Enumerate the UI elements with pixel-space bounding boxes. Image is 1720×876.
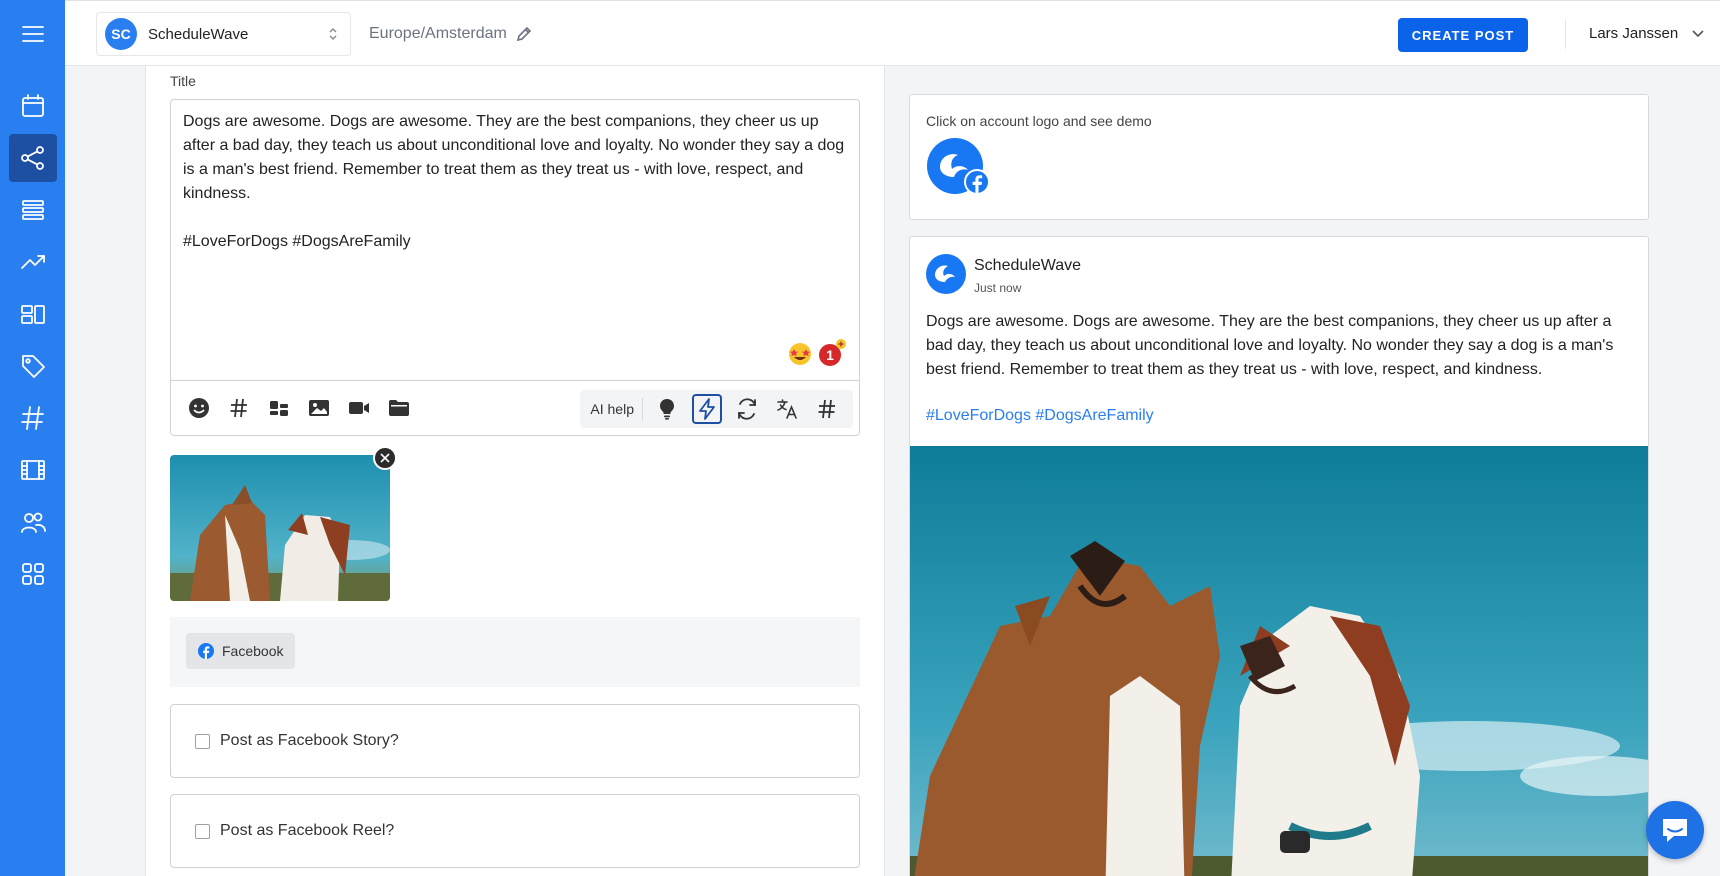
support-chat-button[interactable] bbox=[1646, 801, 1704, 859]
trending-icon bbox=[20, 255, 45, 269]
hashtag-icon bbox=[818, 399, 835, 419]
image-icon bbox=[309, 400, 329, 416]
templates-button[interactable] bbox=[259, 393, 299, 423]
timezone-selector[interactable]: Europe/Amsterdam bbox=[369, 25, 532, 43]
ai-hashtags-button[interactable] bbox=[807, 393, 847, 425]
video-icon bbox=[349, 402, 369, 414]
preview-panel: Click on account logo and see demo Sched… bbox=[885, 66, 1720, 876]
header-divider bbox=[1565, 19, 1566, 49]
network-chip-facebook[interactable]: Facebook bbox=[186, 633, 295, 669]
remove-image-button[interactable] bbox=[373, 446, 397, 470]
video-button[interactable] bbox=[339, 393, 379, 423]
menu-button[interactable] bbox=[9, 10, 57, 58]
editor-toolbar: AI help bbox=[170, 381, 860, 436]
sidebar-item-media[interactable] bbox=[9, 446, 57, 494]
emoji-star-eyes-icon[interactable] bbox=[787, 341, 813, 367]
brand-selector[interactable]: SC ScheduleWave bbox=[96, 12, 351, 56]
ai-help-label: AI help bbox=[586, 398, 643, 420]
post-preview-text: Dogs are awesome. Dogs are awesome. They… bbox=[926, 313, 1614, 378]
editor-panel: Title Dogs are awesome. Dogs are awesome… bbox=[145, 66, 885, 876]
network-chip-label: Facebook bbox=[222, 643, 284, 659]
post-timestamp: Just now bbox=[974, 281, 1022, 295]
network-selector: Facebook bbox=[170, 617, 860, 687]
chevron-updown-icon bbox=[329, 28, 337, 40]
calendar-icon bbox=[21, 94, 44, 117]
hashtag-icon bbox=[20, 406, 44, 430]
user-menu[interactable]: Lars Janssen bbox=[1589, 25, 1704, 42]
sidebar-item-share[interactable] bbox=[8, 134, 57, 182]
translate-icon bbox=[777, 399, 797, 419]
lightbulb-icon bbox=[660, 399, 674, 420]
ai-help-group: AI help bbox=[580, 390, 853, 428]
list-icon bbox=[21, 200, 44, 220]
sidebar-item-hashtags[interactable] bbox=[9, 394, 57, 442]
facebook-story-option[interactable]: Post as Facebook Story? bbox=[170, 704, 860, 778]
user-name: Lars Janssen bbox=[1589, 25, 1679, 42]
pencil-icon bbox=[516, 26, 531, 42]
facebook-story-label: Post as Facebook Story? bbox=[220, 732, 399, 749]
title-label: Title bbox=[170, 73, 196, 89]
lightning-icon bbox=[699, 398, 715, 420]
sidebar bbox=[0, 0, 65, 876]
layout-icon bbox=[20, 305, 45, 324]
ai-counter-badge[interactable]: 1 bbox=[816, 337, 848, 369]
image-button[interactable] bbox=[299, 393, 339, 423]
ai-boost-button[interactable] bbox=[692, 394, 722, 424]
top-header: SC ScheduleWave Europe/Amsterdam CREATE … bbox=[65, 0, 1720, 66]
sidebar-item-team[interactable] bbox=[9, 498, 57, 546]
folder-button[interactable] bbox=[379, 393, 419, 423]
post-preview-image bbox=[910, 446, 1648, 876]
timezone-label: Europe/Amsterdam bbox=[369, 25, 507, 42]
hashtag-button[interactable] bbox=[219, 393, 259, 423]
post-author-name: ScheduleWave bbox=[974, 257, 1082, 274]
sidebar-item-apps[interactable] bbox=[9, 550, 57, 598]
ai-ideas-button[interactable] bbox=[647, 393, 687, 425]
ai-translate-button[interactable] bbox=[767, 393, 807, 425]
brand-name: ScheduleWave bbox=[148, 25, 249, 43]
users-icon bbox=[20, 512, 46, 533]
post-preview-hashtags[interactable]: #LoveForDogs #DogsAreFamily bbox=[926, 407, 1154, 425]
demo-hint: Click on account logo and see demo bbox=[926, 113, 1152, 129]
sidebar-item-list[interactable] bbox=[9, 186, 57, 234]
sidebar-item-analytics[interactable] bbox=[9, 238, 57, 286]
sidebar-item-calendar[interactable] bbox=[9, 82, 57, 130]
folder-icon bbox=[389, 400, 409, 416]
facebook-reel-label: Post as Facebook Reel? bbox=[220, 822, 395, 839]
facebook-reel-checkbox[interactable] bbox=[195, 823, 210, 839]
emoji-button[interactable] bbox=[179, 393, 219, 423]
ai-counter-value: 1 bbox=[826, 347, 834, 363]
chat-icon bbox=[1663, 819, 1687, 842]
menu-icon bbox=[21, 26, 44, 42]
facebook-icon bbox=[198, 643, 214, 659]
account-demo-card: Click on account logo and see demo bbox=[909, 94, 1649, 220]
post-avatar bbox=[926, 254, 966, 294]
brand-avatar: SC bbox=[105, 18, 137, 50]
ai-rephrase-button[interactable] bbox=[727, 393, 767, 425]
refresh-icon bbox=[738, 398, 756, 420]
attached-image-thumbnail[interactable] bbox=[170, 455, 390, 601]
chevron-down-icon bbox=[1692, 29, 1704, 37]
facebook-reel-option[interactable]: Post as Facebook Reel? bbox=[170, 794, 860, 868]
post-preview-card: ScheduleWave Just now Dogs are awesome. … bbox=[909, 236, 1649, 876]
post-text-editor[interactable]: Dogs are awesome. Dogs are awesome. They… bbox=[170, 99, 860, 381]
dogs-thumbnail-image bbox=[170, 455, 390, 601]
facebook-story-checkbox[interactable] bbox=[195, 733, 210, 749]
create-post-button[interactable]: CREATE POST bbox=[1398, 18, 1528, 52]
smile-icon bbox=[189, 398, 209, 418]
templates-icon bbox=[270, 401, 288, 416]
close-icon bbox=[380, 453, 390, 463]
hashtag-icon bbox=[230, 398, 247, 418]
sidebar-item-layout[interactable] bbox=[9, 290, 57, 338]
tag-icon bbox=[21, 355, 45, 378]
account-logo-button[interactable] bbox=[926, 137, 990, 195]
share-icon bbox=[20, 146, 44, 170]
apps-icon bbox=[21, 563, 44, 585]
sidebar-item-tags[interactable] bbox=[9, 342, 57, 390]
film-icon bbox=[20, 460, 45, 480]
